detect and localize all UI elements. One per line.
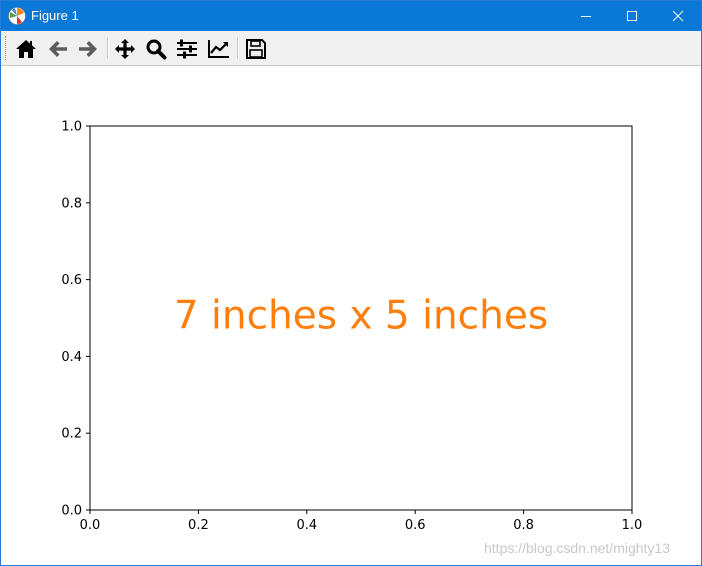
toolbar-grip[interactable] [5,36,8,60]
y-tick-label: 1.0 [61,120,82,135]
forward-icon [79,41,97,57]
pan-button[interactable] [112,36,138,62]
figure-canvas[interactable]: 0.0 0.2 0.4 0.6 0.8 1.0 0.0 0.2 0.4 0.6 0.8 1.0 7 … [1,66,701,565]
chart-svg: 0.0 0.2 0.4 0.6 0.8 1.0 0.0 0.2 0.4 0.6 0.8 1.0 7 … [61,120,643,534]
forward-button[interactable] [75,36,101,62]
maximize-icon [627,11,637,21]
save-icon [246,39,266,59]
close-button[interactable] [655,1,701,31]
y-tick-label: 0.0 [61,504,82,519]
matplotlib-logo-icon [8,7,26,25]
back-icon [49,41,67,57]
zoom-icon [146,39,167,60]
y-tick-label: 0.8 [61,196,82,211]
y-tick-label: 0.6 [61,273,82,288]
x-tick-label: 0.0 [80,518,101,533]
close-icon [672,10,684,22]
subplots-button[interactable] [174,36,200,62]
x-tick-label: 0.6 [405,518,426,533]
x-tick-label: 0.8 [513,518,534,533]
chart-annotation: 7 inches x 5 inches [174,294,548,339]
navigation-toolbar [1,31,701,66]
customize-icon [208,40,229,58]
y-tick-label: 0.4 [61,350,82,365]
x-axis: 0.0 0.2 0.4 0.6 0.8 1.0 [80,510,643,533]
minimize-button[interactable] [563,1,609,31]
zoom-button[interactable] [143,36,169,62]
title-bar[interactable]: Figure 1 [1,1,701,31]
figure-window: Figure 1 0.0 0.2 0.4 0.6 0.8 1.0 0.0 0.2… [0,0,702,566]
window-title: Figure 1 [31,8,79,23]
toolbar-separator [237,37,239,59]
x-tick-label: 1.0 [622,518,643,533]
x-tick-label: 0.2 [188,518,209,533]
maximize-button[interactable] [609,1,655,31]
back-button[interactable] [45,36,71,62]
home-button[interactable] [13,36,39,62]
y-tick-label: 0.2 [61,427,82,442]
customize-button[interactable] [205,36,231,62]
minimize-icon [581,16,591,17]
home-icon [16,40,36,58]
save-button[interactable] [243,36,269,62]
pan-icon [115,39,135,59]
subplots-icon [177,39,197,59]
watermark: https://blog.csdn.net/mighty13 [484,540,670,556]
x-tick-label: 0.4 [296,518,317,533]
y-axis: 0.0 0.2 0.4 0.6 0.8 1.0 [61,120,90,519]
toolbar-separator [107,37,109,59]
